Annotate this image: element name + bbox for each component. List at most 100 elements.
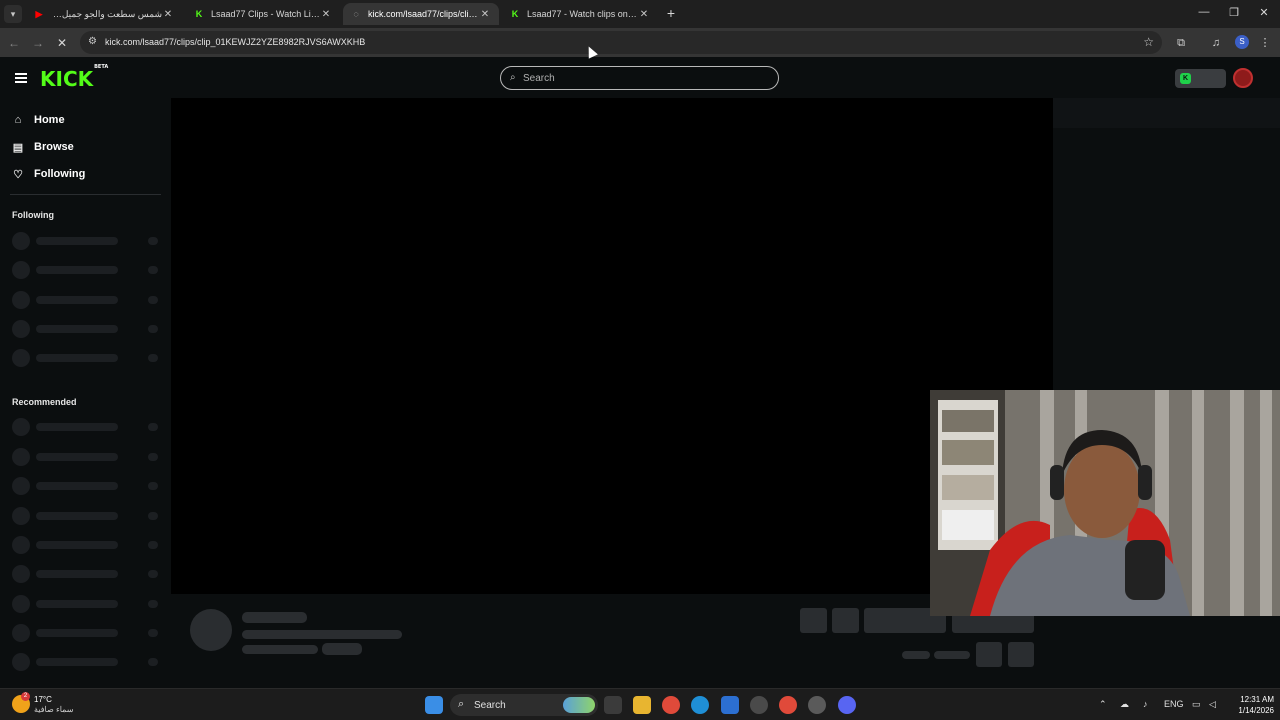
- kick-icon: K: [511, 9, 519, 19]
- restore-icon[interactable]: ❐: [1227, 6, 1241, 19]
- browser-toolbar: ← → ✕ ⚙ kick.com/lsaad77/clips/clip_01KE…: [0, 28, 1280, 57]
- taskbar-search[interactable]: ⌕ Search: [450, 694, 598, 716]
- close-window-icon[interactable]: ✕: [1257, 6, 1271, 19]
- channel-skeleton: [12, 507, 158, 525]
- extensions-icon[interactable]: ⧉: [1173, 35, 1189, 51]
- search-placeholder: Search: [523, 73, 555, 84]
- channel-skeleton: [12, 595, 158, 613]
- bookmark-star-icon[interactable]: ☆: [1143, 35, 1154, 49]
- action-button-skeleton: [976, 642, 1002, 667]
- tab-close-icon[interactable]: ✕: [320, 9, 332, 20]
- profile-avatar[interactable]: S: [1235, 35, 1249, 49]
- task-view-icon[interactable]: [604, 696, 622, 714]
- sidebar-item-following[interactable]: ♡ Following: [12, 165, 85, 183]
- taskbar-search-placeholder: Search: [474, 700, 506, 711]
- clock-time: 12:31 AM: [1240, 695, 1274, 704]
- channel-skeleton: [12, 477, 158, 495]
- tray-chevron-icon[interactable]: ⌃: [1099, 699, 1107, 710]
- header-action-button[interactable]: K: [1175, 69, 1226, 88]
- minimize-icon[interactable]: —: [1197, 6, 1211, 18]
- volume-icon[interactable]: ◁: [1209, 699, 1216, 710]
- microphone-icon[interactable]: ♪: [1143, 699, 1148, 709]
- channel-skeleton: [12, 232, 158, 250]
- logo-text: KICK: [40, 67, 94, 91]
- tab-close-icon[interactable]: ✕: [479, 9, 491, 20]
- site-info-icon[interactable]: ⚙: [88, 36, 100, 48]
- chrome-active-icon[interactable]: [779, 696, 797, 714]
- edge-icon[interactable]: [691, 696, 709, 714]
- channel-skeleton: [12, 565, 158, 583]
- stop-loading-icon[interactable]: ✕: [54, 35, 70, 51]
- language-indicator[interactable]: ENG: [1164, 699, 1184, 709]
- browser-menu-icon[interactable]: ⋮: [1257, 35, 1273, 51]
- webcam-overlay: [930, 390, 1280, 616]
- menu-icon[interactable]: [15, 73, 27, 83]
- forward-icon[interactable]: →: [30, 35, 46, 51]
- back-icon[interactable]: ←: [6, 35, 22, 51]
- text-skeleton: [934, 651, 970, 659]
- browser-tab-active-clip[interactable]: ◌ kick.com/lsaad77/clips/clip_01K ✕: [343, 3, 499, 25]
- action-button-skeleton: [1008, 642, 1034, 667]
- browser-tab-lsaad-watch-clips[interactable]: K Lsaad77 - Watch clips on Kick ✕: [502, 3, 658, 25]
- url-text: kick.com/lsaad77/clips/clip_01KEWJZ2YZE8…: [105, 37, 366, 47]
- onedrive-icon[interactable]: ☁: [1120, 699, 1129, 710]
- clock-date: 1/14/2026: [1238, 706, 1274, 715]
- file-explorer-icon[interactable]: [633, 696, 651, 714]
- search-input[interactable]: ⌕ Search: [500, 66, 779, 90]
- beta-badge: BETA: [94, 64, 109, 71]
- kick-icon: K: [195, 9, 203, 19]
- search-icon: ⌕: [510, 72, 516, 83]
- text-skeleton: [242, 645, 318, 654]
- side-panel-skeleton: [1053, 98, 1280, 128]
- sidebar-item-browse[interactable]: ▤ Browse: [12, 138, 74, 156]
- tab-search-button[interactable]: ▾: [4, 5, 22, 23]
- sidebar: ⌂ Home ▤ Browse ♡ Following Following Re…: [0, 97, 170, 687]
- channel-skeleton: [12, 624, 158, 642]
- following-heading: Following: [12, 210, 54, 220]
- recommended-heading: Recommended: [12, 397, 77, 407]
- browse-icon: ▤: [12, 141, 24, 154]
- temperature: 17°C: [34, 695, 52, 704]
- chrome-icon[interactable]: [662, 696, 680, 714]
- network-icon[interactable]: ▭: [1192, 699, 1201, 710]
- tab-title: Lsaad77 - Watch clips on Kick: [527, 9, 638, 19]
- tab-close-icon[interactable]: ✕: [162, 9, 174, 20]
- tab-title: Lsaad77 Clips - Watch Live on K: [211, 9, 320, 19]
- sidebar-item-home[interactable]: ⌂ Home: [12, 111, 65, 129]
- sidebar-item-label: Home: [34, 114, 65, 126]
- kick-k-icon: K: [1180, 73, 1191, 84]
- app-icon[interactable]: [750, 696, 768, 714]
- tab-close-icon[interactable]: ✕: [638, 9, 650, 20]
- loading-icon: ◌: [353, 9, 359, 19]
- user-avatar[interactable]: [1233, 68, 1253, 88]
- webcam-image: [930, 390, 1280, 616]
- channel-skeleton: [12, 418, 158, 436]
- browser-tab-youtube[interactable]: ▶ شمس سطعت والجو جميل هنا ال ✕: [26, 3, 182, 25]
- search-highlight-image: [563, 697, 595, 713]
- store-icon[interactable]: [721, 696, 739, 714]
- browser-tab-lsaad-clips[interactable]: K Lsaad77 Clips - Watch Live on K ✕: [186, 3, 340, 25]
- windows-start-icon[interactable]: [425, 696, 443, 714]
- youtube-icon: ▶: [35, 8, 43, 19]
- channel-skeleton: [12, 320, 158, 338]
- discord-icon[interactable]: [838, 696, 856, 714]
- notification-badge: 2: [21, 692, 30, 701]
- new-tab-button[interactable]: +: [664, 5, 678, 21]
- kick-logo[interactable]: KICKBETA: [40, 64, 109, 91]
- app-icon[interactable]: [808, 696, 826, 714]
- action-button-skeleton: [800, 608, 827, 633]
- weather-condition: سماء صافية: [34, 705, 74, 714]
- taskbar-clock[interactable]: 12:31 AM 1/14/2026: [1228, 694, 1274, 716]
- address-bar[interactable]: ⚙ kick.com/lsaad77/clips/clip_01KEWJZ2YZ…: [80, 31, 1162, 54]
- text-skeleton: [242, 630, 402, 639]
- text-skeleton: [902, 651, 930, 659]
- channel-skeleton: [12, 291, 158, 309]
- sidebar-item-label: Following: [34, 168, 86, 180]
- channel-skeleton: [12, 448, 158, 466]
- sidebar-divider: [10, 194, 161, 195]
- media-controls-icon[interactable]: ♫: [1208, 35, 1224, 51]
- video-player[interactable]: [171, 98, 1053, 594]
- tab-title: kick.com/lsaad77/clips/clip_01K: [368, 9, 479, 19]
- action-button-skeleton: [832, 608, 859, 633]
- channel-skeleton: [12, 536, 158, 554]
